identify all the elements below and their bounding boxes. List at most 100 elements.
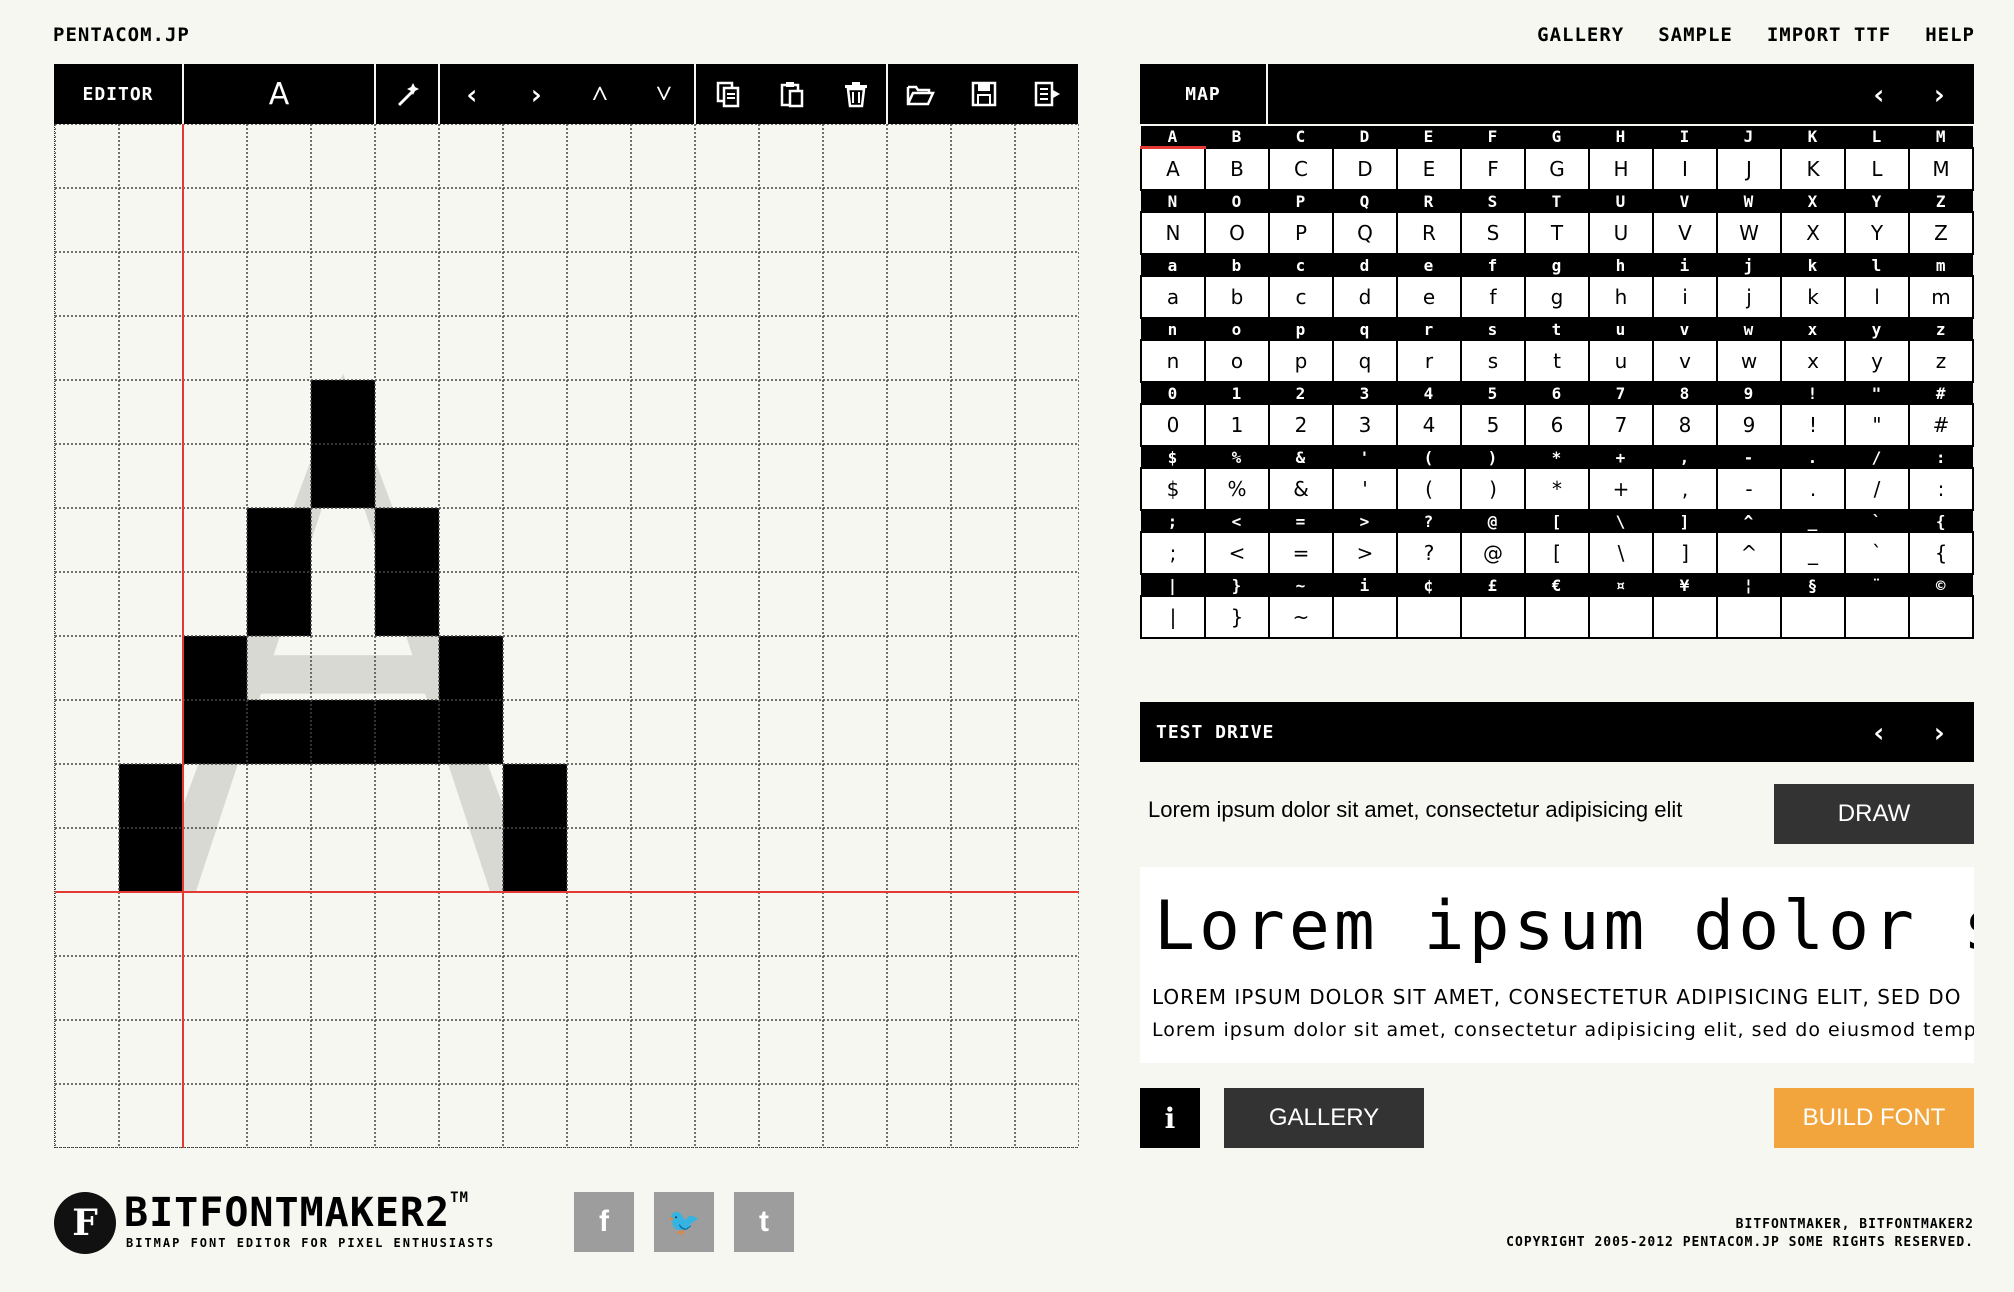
map-prev-button[interactable]: ‹	[1854, 64, 1904, 124]
map-glyph-cell[interactable]: b	[1204, 275, 1270, 319]
map-glyph-cell[interactable]: _	[1780, 531, 1846, 575]
map-glyph-cell[interactable]: -	[1716, 467, 1782, 511]
map-glyph-cell[interactable]: >	[1332, 531, 1398, 575]
map-glyph-cell[interactable]: U	[1588, 211, 1654, 255]
map-glyph-cell[interactable]: 0	[1140, 403, 1206, 447]
map-glyph-cell[interactable]: !	[1780, 403, 1846, 447]
pixel-cell[interactable]	[247, 700, 311, 764]
map-glyph-cell[interactable]: P	[1268, 211, 1334, 255]
map-glyph-cell[interactable]: ]	[1652, 531, 1718, 575]
paste-icon[interactable]	[760, 64, 824, 124]
map-glyph-cell[interactable]: V	[1652, 211, 1718, 255]
pixel-cell[interactable]	[375, 700, 439, 764]
map-glyph-cell[interactable]: K	[1780, 146, 1846, 191]
map-glyph-cell[interactable]: z	[1908, 339, 1974, 383]
map-glyph-cell[interactable]: X	[1780, 211, 1846, 255]
pixel-cell[interactable]	[247, 572, 311, 636]
map-glyph-cell[interactable]	[1588, 595, 1654, 639]
site-name[interactable]: PENTACOM.JP	[53, 24, 190, 46]
map-glyph-cell[interactable]: &	[1268, 467, 1334, 511]
gallery-button[interactable]: GALLERY	[1224, 1088, 1424, 1148]
map-glyph-cell[interactable]: #	[1908, 403, 1974, 447]
export-icon[interactable]	[1016, 64, 1080, 124]
map-glyph-cell[interactable]: f	[1460, 275, 1526, 319]
map-glyph-cell[interactable]: R	[1396, 211, 1462, 255]
map-glyph-cell[interactable]: p	[1268, 339, 1334, 383]
pixel-cell[interactable]	[119, 764, 183, 828]
map-glyph-cell[interactable]: S	[1460, 211, 1526, 255]
arrow-down-icon[interactable]: ˅	[632, 64, 696, 124]
map-glyph-cell[interactable]: 4	[1396, 403, 1462, 447]
map-glyph-cell[interactable]: i	[1652, 275, 1718, 319]
map-next-button[interactable]: ›	[1914, 64, 1964, 124]
pixel-cell[interactable]	[439, 636, 503, 700]
build-font-button[interactable]: BUILD FONT	[1774, 1088, 1974, 1148]
pixel-cell[interactable]	[503, 764, 567, 828]
map-glyph-cell[interactable]	[1524, 595, 1590, 639]
map-glyph-cell[interactable]	[1780, 595, 1846, 639]
map-glyph-cell[interactable]: D	[1332, 146, 1398, 191]
map-glyph-cell[interactable]: M	[1908, 146, 1974, 191]
map-glyph-cell[interactable]: v	[1652, 339, 1718, 383]
map-glyph-cell[interactable]: %	[1204, 467, 1270, 511]
map-glyph-cell[interactable]: )	[1460, 467, 1526, 511]
map-glyph-cell[interactable]: I	[1652, 146, 1718, 191]
pixel-cell[interactable]	[375, 508, 439, 572]
map-glyph-cell[interactable]: d	[1332, 275, 1398, 319]
twitter-icon[interactable]: 🐦	[654, 1192, 714, 1252]
map-glyph-cell[interactable]: t	[1524, 339, 1590, 383]
map-glyph-cell[interactable]: "	[1844, 403, 1910, 447]
map-glyph-cell[interactable]	[1332, 595, 1398, 639]
map-glyph-cell[interactable]: 1	[1204, 403, 1270, 447]
map-glyph-cell[interactable]: F	[1460, 146, 1526, 191]
map-glyph-cell[interactable]: g	[1524, 275, 1590, 319]
map-glyph-cell[interactable]: G	[1524, 146, 1590, 191]
test-next-button[interactable]: ›	[1914, 702, 1964, 762]
map-glyph-cell[interactable]: y	[1844, 339, 1910, 383]
map-glyph-cell[interactable]: <	[1204, 531, 1270, 575]
map-glyph-cell[interactable]: `	[1844, 531, 1910, 575]
pixel-cell[interactable]	[375, 572, 439, 636]
copy-icon[interactable]	[696, 64, 760, 124]
map-glyph-cell[interactable]: m	[1908, 275, 1974, 319]
pixel-cell[interactable]	[311, 380, 375, 444]
magic-wand-icon[interactable]	[376, 64, 440, 124]
map-glyph-cell[interactable]: =	[1268, 531, 1334, 575]
map-glyph-cell[interactable]: n	[1140, 339, 1206, 383]
map-glyph-cell[interactable]: E	[1396, 146, 1462, 191]
map-glyph-cell[interactable]: k	[1780, 275, 1846, 319]
map-glyph-cell[interactable]: s	[1460, 339, 1526, 383]
map-glyph-cell[interactable]: (	[1396, 467, 1462, 511]
map-glyph-cell[interactable]: l	[1844, 275, 1910, 319]
map-glyph-cell[interactable]: ^	[1716, 531, 1782, 575]
facebook-icon[interactable]: f	[574, 1192, 634, 1252]
nav-import-ttf[interactable]: IMPORT TTF	[1767, 24, 1891, 46]
map-glyph-cell[interactable]: |	[1140, 595, 1206, 639]
map-glyph-cell[interactable]: Q	[1332, 211, 1398, 255]
test-text-input[interactable]: Lorem ipsum dolor sit amet, consectetur …	[1148, 785, 1758, 835]
map-glyph-cell[interactable]: o	[1204, 339, 1270, 383]
map-glyph-cell[interactable]	[1460, 595, 1526, 639]
map-glyph-cell[interactable]: L	[1844, 146, 1910, 191]
map-glyph-cell[interactable]: h	[1588, 275, 1654, 319]
pixel-cell[interactable]	[503, 828, 567, 892]
map-glyph-cell[interactable]: {	[1908, 531, 1974, 575]
map-glyph-cell[interactable]: w	[1716, 339, 1782, 383]
map-glyph-cell[interactable]: 6	[1524, 403, 1590, 447]
map-glyph-cell[interactable]: x	[1780, 339, 1846, 383]
map-glyph-cell[interactable]: \	[1588, 531, 1654, 575]
map-glyph-cell[interactable]: e	[1396, 275, 1462, 319]
nav-gallery[interactable]: GALLERY	[1537, 24, 1624, 46]
map-glyph-cell[interactable]: j	[1716, 275, 1782, 319]
map-glyph-cell[interactable]: A	[1140, 146, 1206, 191]
open-folder-icon[interactable]	[888, 64, 952, 124]
map-glyph-cell[interactable]: J	[1716, 146, 1782, 191]
map-glyph-cell[interactable]: ?	[1396, 531, 1462, 575]
pixel-cell[interactable]	[247, 508, 311, 572]
map-glyph-cell[interactable]: Z	[1908, 211, 1974, 255]
map-glyph-cell[interactable]: $	[1140, 467, 1206, 511]
map-glyph-cell[interactable]: 3	[1332, 403, 1398, 447]
pixel-cell[interactable]	[311, 444, 375, 508]
map-glyph-cell[interactable]: 2	[1268, 403, 1334, 447]
pixel-canvas[interactable]	[55, 124, 1079, 1148]
